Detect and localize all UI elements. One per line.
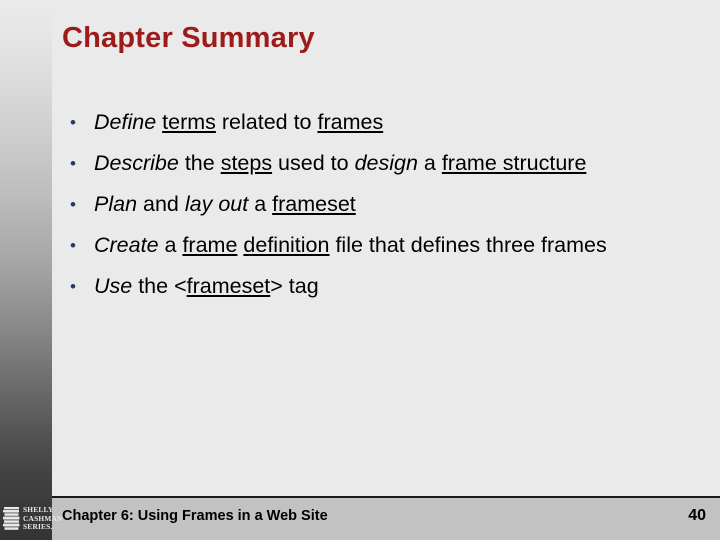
list-item: • Create a frame definition file that de…	[60, 226, 700, 265]
list-item: • Describe the steps used to design a fr…	[60, 144, 700, 183]
footer-chapter-label: Chapter 6: Using Frames in a Web Site	[62, 508, 328, 524]
page-title: Chapter Summary	[62, 22, 315, 54]
bullet-dot-icon: •	[70, 154, 76, 173]
logo-wordmark: SHELLY CASHMAN SERIES.	[23, 506, 63, 532]
sidebar-gradient-band	[0, 0, 52, 540]
list-item-text: Plan and lay out a frameset	[94, 192, 356, 216]
page-number: 40	[688, 507, 706, 524]
slide: Chapter Summary • Define terms related t…	[0, 0, 720, 540]
list-item-text: Use the <frameset> tag	[94, 274, 319, 298]
bullet-dot-icon: •	[70, 195, 76, 214]
stacked-books-icon	[3, 507, 20, 530]
list-item-text: Create a frame definition file that defi…	[94, 233, 607, 257]
list-item-text: Describe the steps used to design a fram…	[94, 151, 587, 175]
shelly-cashman-series-logo: SHELLY CASHMAN SERIES.	[2, 500, 62, 538]
list-item: • Use the <frameset> tag	[60, 267, 700, 306]
list-item: • Define terms related to frames	[60, 103, 700, 142]
list-item-text: Define terms related to frames	[94, 110, 384, 134]
logo-line-3: SERIES.	[23, 522, 53, 532]
list-item: • Plan and lay out a frameset	[60, 185, 700, 224]
bullet-dot-icon: •	[70, 236, 76, 255]
bullet-dot-icon: •	[70, 277, 76, 296]
bullet-dot-icon: •	[70, 113, 76, 132]
bullet-list: • Define terms related to frames • Descr…	[60, 103, 700, 308]
